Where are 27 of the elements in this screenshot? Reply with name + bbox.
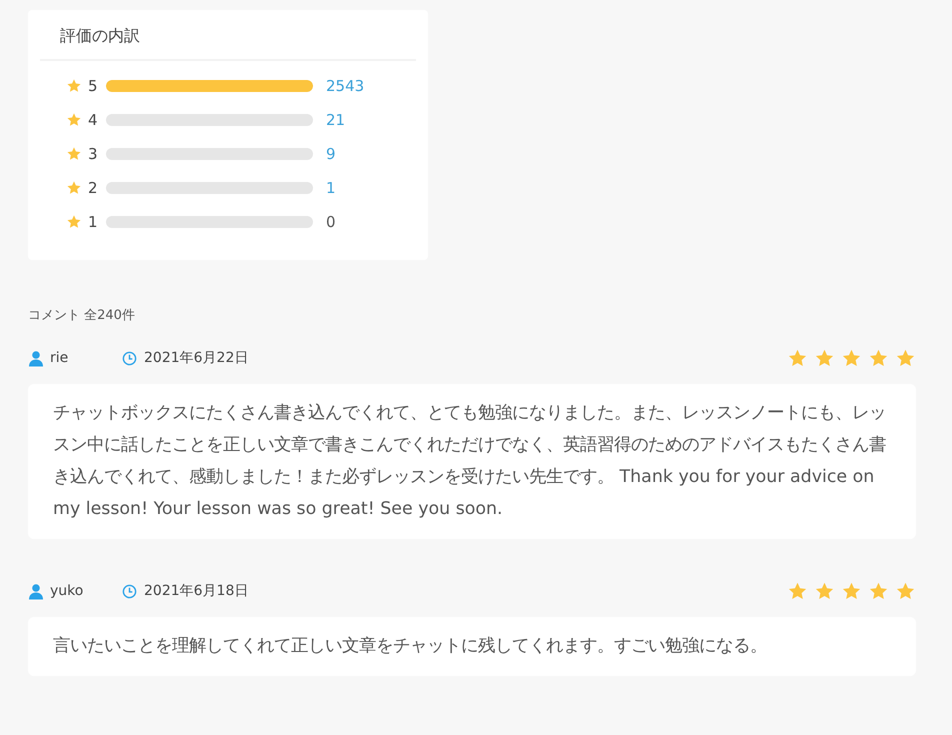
comment-date: 2021年6月18日 bbox=[144, 582, 248, 600]
rating-label: 1 bbox=[88, 212, 99, 230]
comments-heading: コメント 全240件 bbox=[28, 307, 136, 324]
star-icon bbox=[66, 112, 82, 128]
comment-text: 言いたいことを理解してくれて正しい文章をチャットに残してくれます。すごい勉強になる。 bbox=[53, 635, 768, 658]
user-icon bbox=[28, 350, 44, 366]
rating-label: 4 bbox=[88, 110, 99, 128]
user-name: rie bbox=[50, 350, 70, 366]
count-link[interactable]: 9 bbox=[326, 144, 336, 162]
comment-text: チャットボックスにたくさん書き込んでくれて、とても勉強になりました。また、レッスンノートにも、レッスン中に話したことを正しい文章で書きこんでくれただけでなく、英語習得のためのアドバイスもたくさん書き込んでくれて、感動しました！また必ずレッスンを受けたい先生です。 Thank you for your advice on my lesson! Your lesson was so great! See you soon. bbox=[53, 402, 887, 521]
comment-date: 2021年6月22日 bbox=[144, 349, 248, 367]
rating-label: 5 bbox=[88, 76, 99, 94]
rating-label: 2 bbox=[88, 178, 99, 196]
rating-label: 3 bbox=[88, 144, 99, 162]
star-icon bbox=[66, 214, 82, 230]
count-text: 0 bbox=[326, 212, 336, 230]
count-link[interactable]: 2543 bbox=[326, 76, 364, 94]
user-icon bbox=[28, 582, 44, 600]
clock-icon bbox=[122, 350, 137, 366]
user-name: yuko bbox=[50, 583, 84, 599]
star-icon bbox=[66, 180, 82, 196]
star-icon bbox=[66, 146, 82, 162]
count-link[interactable]: 21 bbox=[326, 110, 346, 128]
clock-icon bbox=[122, 584, 137, 598]
card-title: 評価の内訳 bbox=[40, 10, 416, 61]
star-icon bbox=[66, 78, 82, 94]
count-link[interactable]: 1 bbox=[326, 178, 336, 196]
